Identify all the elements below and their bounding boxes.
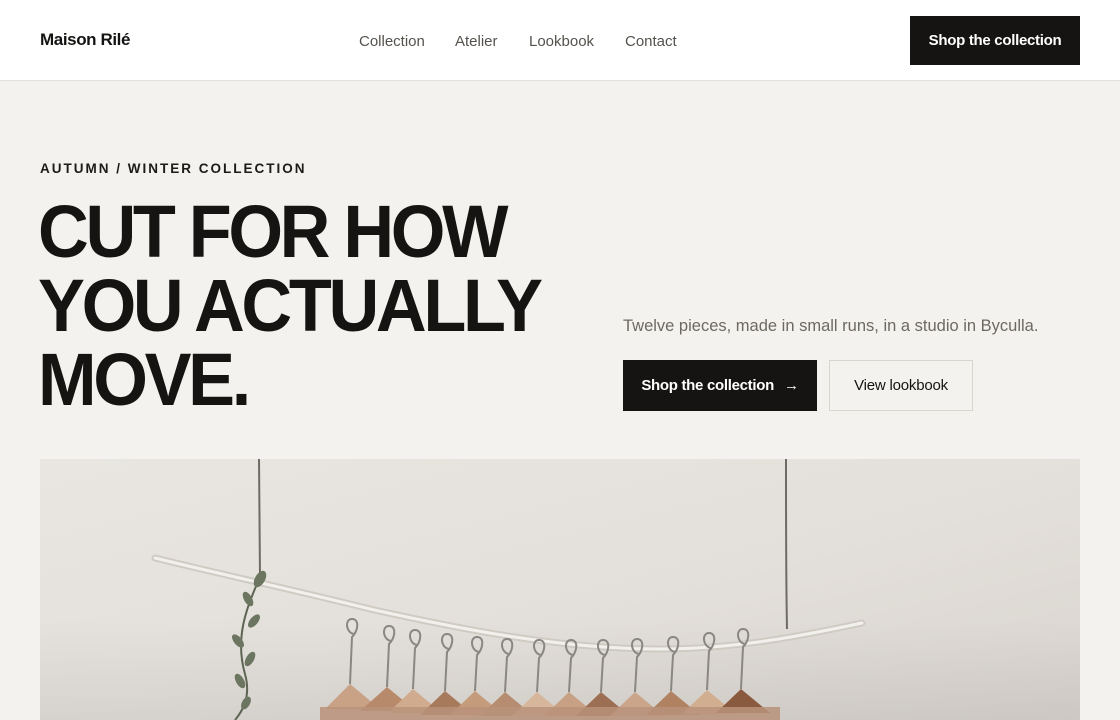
- nav-link-lookbook[interactable]: Lookbook: [529, 33, 594, 50]
- view-lookbook-button[interactable]: View lookbook: [829, 360, 973, 411]
- headline-line: YOU ACTUALLY: [38, 264, 543, 347]
- hero-headline: CUT FOR HOW YOU ACTUALLY MOVE.: [38, 190, 543, 421]
- headline-line: MOVE.: [38, 338, 251, 421]
- shop-collection-label: Shop the collection: [641, 377, 774, 394]
- clothing-rack-photo: [40, 459, 1080, 720]
- headline-line: CUT FOR HOW: [38, 190, 508, 273]
- collection-eyebrow: AUTUMN / WINTER COLLECTION: [40, 161, 307, 176]
- nav-link-contact[interactable]: Contact: [625, 33, 677, 50]
- site-header: Maison Rilé Collection Atelier Lookbook …: [0, 0, 1120, 81]
- header-shop-button[interactable]: Shop the collection: [910, 16, 1080, 65]
- nav-link-atelier[interactable]: Atelier: [455, 33, 498, 50]
- nav-link-collection[interactable]: Collection: [359, 33, 425, 50]
- shop-collection-button[interactable]: Shop the collection →: [623, 360, 817, 411]
- arrow-right-icon: →: [783, 377, 799, 394]
- hero-tagline: Twelve pieces, made in small runs, in a …: [623, 317, 1039, 335]
